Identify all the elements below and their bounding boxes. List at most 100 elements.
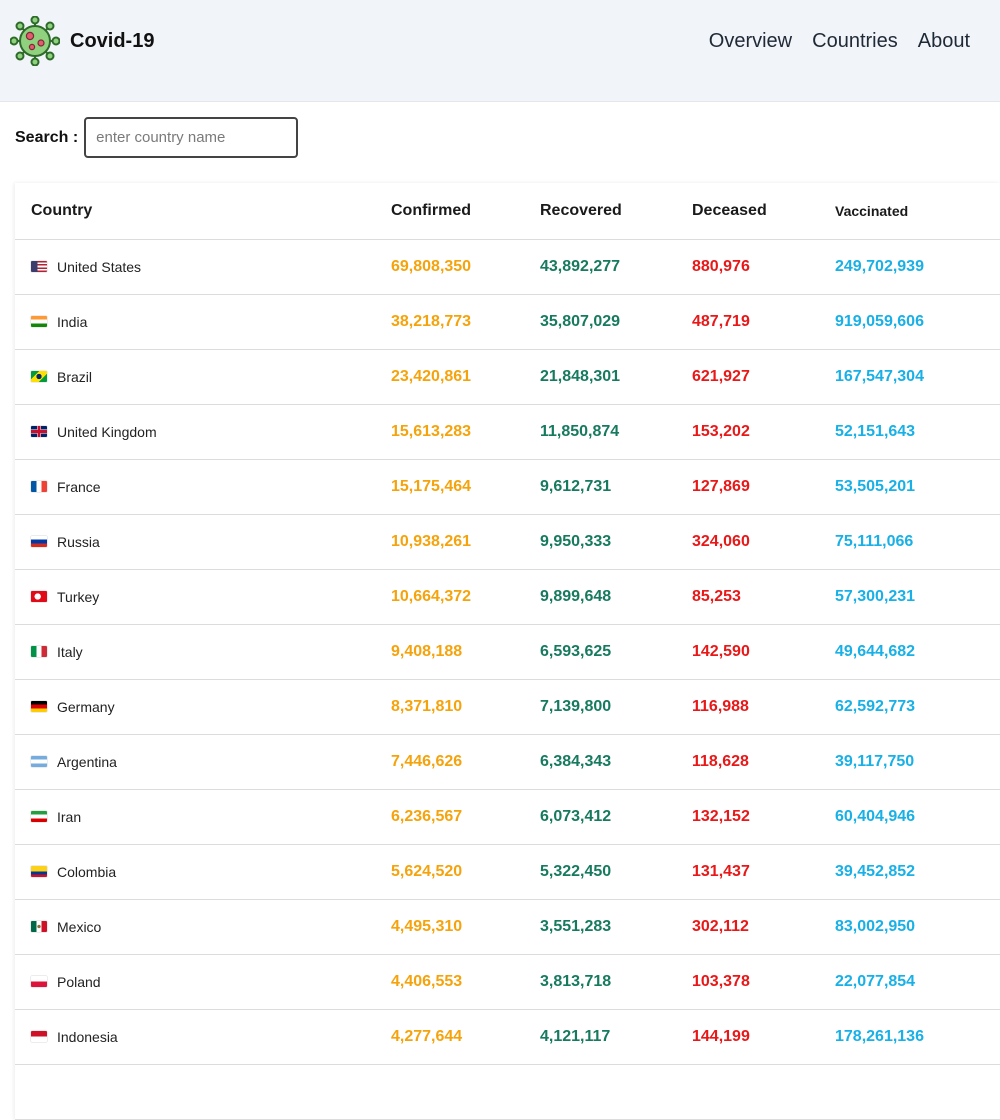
country-cell-content: Poland <box>31 974 391 990</box>
country-cell-content: Germany <box>31 699 391 715</box>
country-name: Italy <box>57 644 83 660</box>
recovered-cell: 3,813,718 <box>540 954 692 1010</box>
header-vaccinated[interactable]: Vaccinated <box>835 183 1000 240</box>
table-body: United States 69,808,350 43,892,277 880,976… <box>15 239 1000 1120</box>
confirmed-cell: 23,420,861 <box>391 349 540 405</box>
nav-countries-link[interactable]: Countries <box>812 30 898 53</box>
co-flag-icon <box>31 865 47 877</box>
table-row[interactable]: Italy 9,408,188 6,593,625 142,590 49,644,682 <box>15 624 1000 680</box>
de-flag-icon <box>31 700 47 712</box>
vaccinated-cell: 52,151,643 <box>835 404 1000 460</box>
country-cell: Russia <box>15 514 391 570</box>
empty-cell <box>540 1064 692 1120</box>
vaccinated-cell: 167,547,304 <box>835 349 1000 405</box>
country-cell: Poland <box>15 954 391 1010</box>
deceased-cell: 85,253 <box>692 569 835 625</box>
country-cell-content: United States <box>31 259 391 275</box>
table-row[interactable]: Brazil 23,420,861 21,848,301 621,927 167,547… <box>15 349 1000 405</box>
country-cell: Mexico <box>15 899 391 955</box>
id-flag-icon <box>31 1030 47 1042</box>
country-cell-content: United Kingdom <box>31 424 391 440</box>
gb-flag-icon <box>31 425 47 437</box>
table-row[interactable]: Turkey 10,664,372 9,899,648 85,253 57,300,23… <box>15 569 1000 625</box>
table-row[interactable]: France 15,175,464 9,612,731 127,869 53,505,2… <box>15 459 1000 515</box>
table-row[interactable]: Germany 8,371,810 7,139,800 116,988 62,592,7… <box>15 679 1000 735</box>
table-row[interactable]: Indonesia 4,277,644 4,121,117 144,199 178,26… <box>15 1009 1000 1065</box>
confirmed-cell: 4,495,310 <box>391 899 540 955</box>
country-cell-content: Brazil <box>31 369 391 385</box>
table-row[interactable]: United Kingdom 15,613,283 11,850,874 153,20… <box>15 404 1000 460</box>
empty-cell <box>391 1064 540 1120</box>
table-row[interactable]: Argentina 7,446,626 6,384,343 118,628 39,117… <box>15 734 1000 790</box>
table-header-row: Country Confirmed Recovered Deceased Vac… <box>15 183 1000 240</box>
empty-cell <box>835 1064 1000 1120</box>
country-cell: Germany <box>15 679 391 735</box>
nav-overview-link[interactable]: Overview <box>709 30 792 53</box>
recovered-cell: 43,892,277 <box>540 239 692 295</box>
recovered-cell: 9,950,333 <box>540 514 692 570</box>
deceased-cell: 153,202 <box>692 404 835 460</box>
vaccinated-cell: 49,644,682 <box>835 624 1000 680</box>
country-cell: Italy <box>15 624 391 680</box>
country-cell-content: Indonesia <box>31 1029 391 1045</box>
table-row[interactable]: India 38,218,773 35,807,029 487,719 919,059,… <box>15 294 1000 350</box>
recovered-cell: 21,848,301 <box>540 349 692 405</box>
table-row[interactable]: Russia 10,938,261 9,950,333 324,060 75,111,0… <box>15 514 1000 570</box>
confirmed-cell: 69,808,350 <box>391 239 540 295</box>
recovered-cell: 9,899,648 <box>540 569 692 625</box>
countries-table-card: Country Confirmed Recovered Deceased Vac… <box>15 183 1000 1120</box>
header-deceased[interactable]: Deceased <box>692 183 835 240</box>
header-recovered[interactable]: Recovered <box>540 183 692 240</box>
deceased-cell: 131,437 <box>692 844 835 900</box>
ar-flag-icon <box>31 755 47 767</box>
table-row[interactable]: United States 69,808,350 43,892,277 880,976… <box>15 239 1000 295</box>
country-cell: Colombia <box>15 844 391 900</box>
vaccinated-cell: 39,117,750 <box>835 734 1000 790</box>
table-row-partial <box>15 1064 1000 1120</box>
country-cell-content: Russia <box>31 534 391 550</box>
table-row[interactable]: Colombia 5,624,520 5,322,450 131,437 39,452,… <box>15 844 1000 900</box>
table-row[interactable]: Poland 4,406,553 3,813,718 103,378 22,077,85… <box>15 954 1000 1010</box>
header-country[interactable]: Country <box>15 183 391 240</box>
confirmed-cell: 6,236,567 <box>391 789 540 845</box>
country-name: Turkey <box>57 589 100 605</box>
recovered-cell: 11,850,874 <box>540 404 692 460</box>
recovered-cell: 7,139,800 <box>540 679 692 735</box>
country-cell: Iran <box>15 789 391 845</box>
recovered-cell: 6,593,625 <box>540 624 692 680</box>
deceased-cell: 324,060 <box>692 514 835 570</box>
confirmed-cell: 4,406,553 <box>391 954 540 1010</box>
country-cell: Argentina <box>15 734 391 790</box>
brand[interactable]: Covid-19 <box>10 16 154 66</box>
empty-cell <box>15 1064 391 1120</box>
confirmed-cell: 5,624,520 <box>391 844 540 900</box>
country-cell-content: Italy <box>31 644 391 660</box>
pl-flag-icon <box>31 975 47 987</box>
top-navbar: Covid-19 Overview Countries About <box>0 0 1000 102</box>
country-name: Germany <box>57 699 115 715</box>
table-row[interactable]: Mexico 4,495,310 3,551,283 302,112 83,002,95… <box>15 899 1000 955</box>
vaccinated-cell: 178,261,136 <box>835 1009 1000 1065</box>
country-cell-content: Colombia <box>31 864 391 880</box>
header-confirmed[interactable]: Confirmed <box>391 183 540 240</box>
deceased-cell: 103,378 <box>692 954 835 1010</box>
it-flag-icon <box>31 645 47 657</box>
br-flag-icon <box>31 370 47 382</box>
deceased-cell: 621,927 <box>692 349 835 405</box>
country-cell-content: Argentina <box>31 754 391 770</box>
nav-about-link[interactable]: About <box>918 30 970 53</box>
country-name: United Kingdom <box>57 424 157 440</box>
nav-links: Overview Countries About <box>689 30 970 53</box>
country-cell: Brazil <box>15 349 391 405</box>
search-input[interactable] <box>84 117 299 158</box>
country-cell-content: France <box>31 479 391 495</box>
table-row[interactable]: Iran 6,236,567 6,073,412 132,152 60,404,946 <box>15 789 1000 845</box>
deceased-cell: 118,628 <box>692 734 835 790</box>
ru-flag-icon <box>31 535 47 547</box>
virus-icon <box>10 16 60 66</box>
country-cell-content: Turkey <box>31 589 391 605</box>
recovered-cell: 6,073,412 <box>540 789 692 845</box>
recovered-cell: 9,612,731 <box>540 459 692 515</box>
country-name: Argentina <box>57 754 117 770</box>
country-cell-content: Mexico <box>31 919 391 935</box>
